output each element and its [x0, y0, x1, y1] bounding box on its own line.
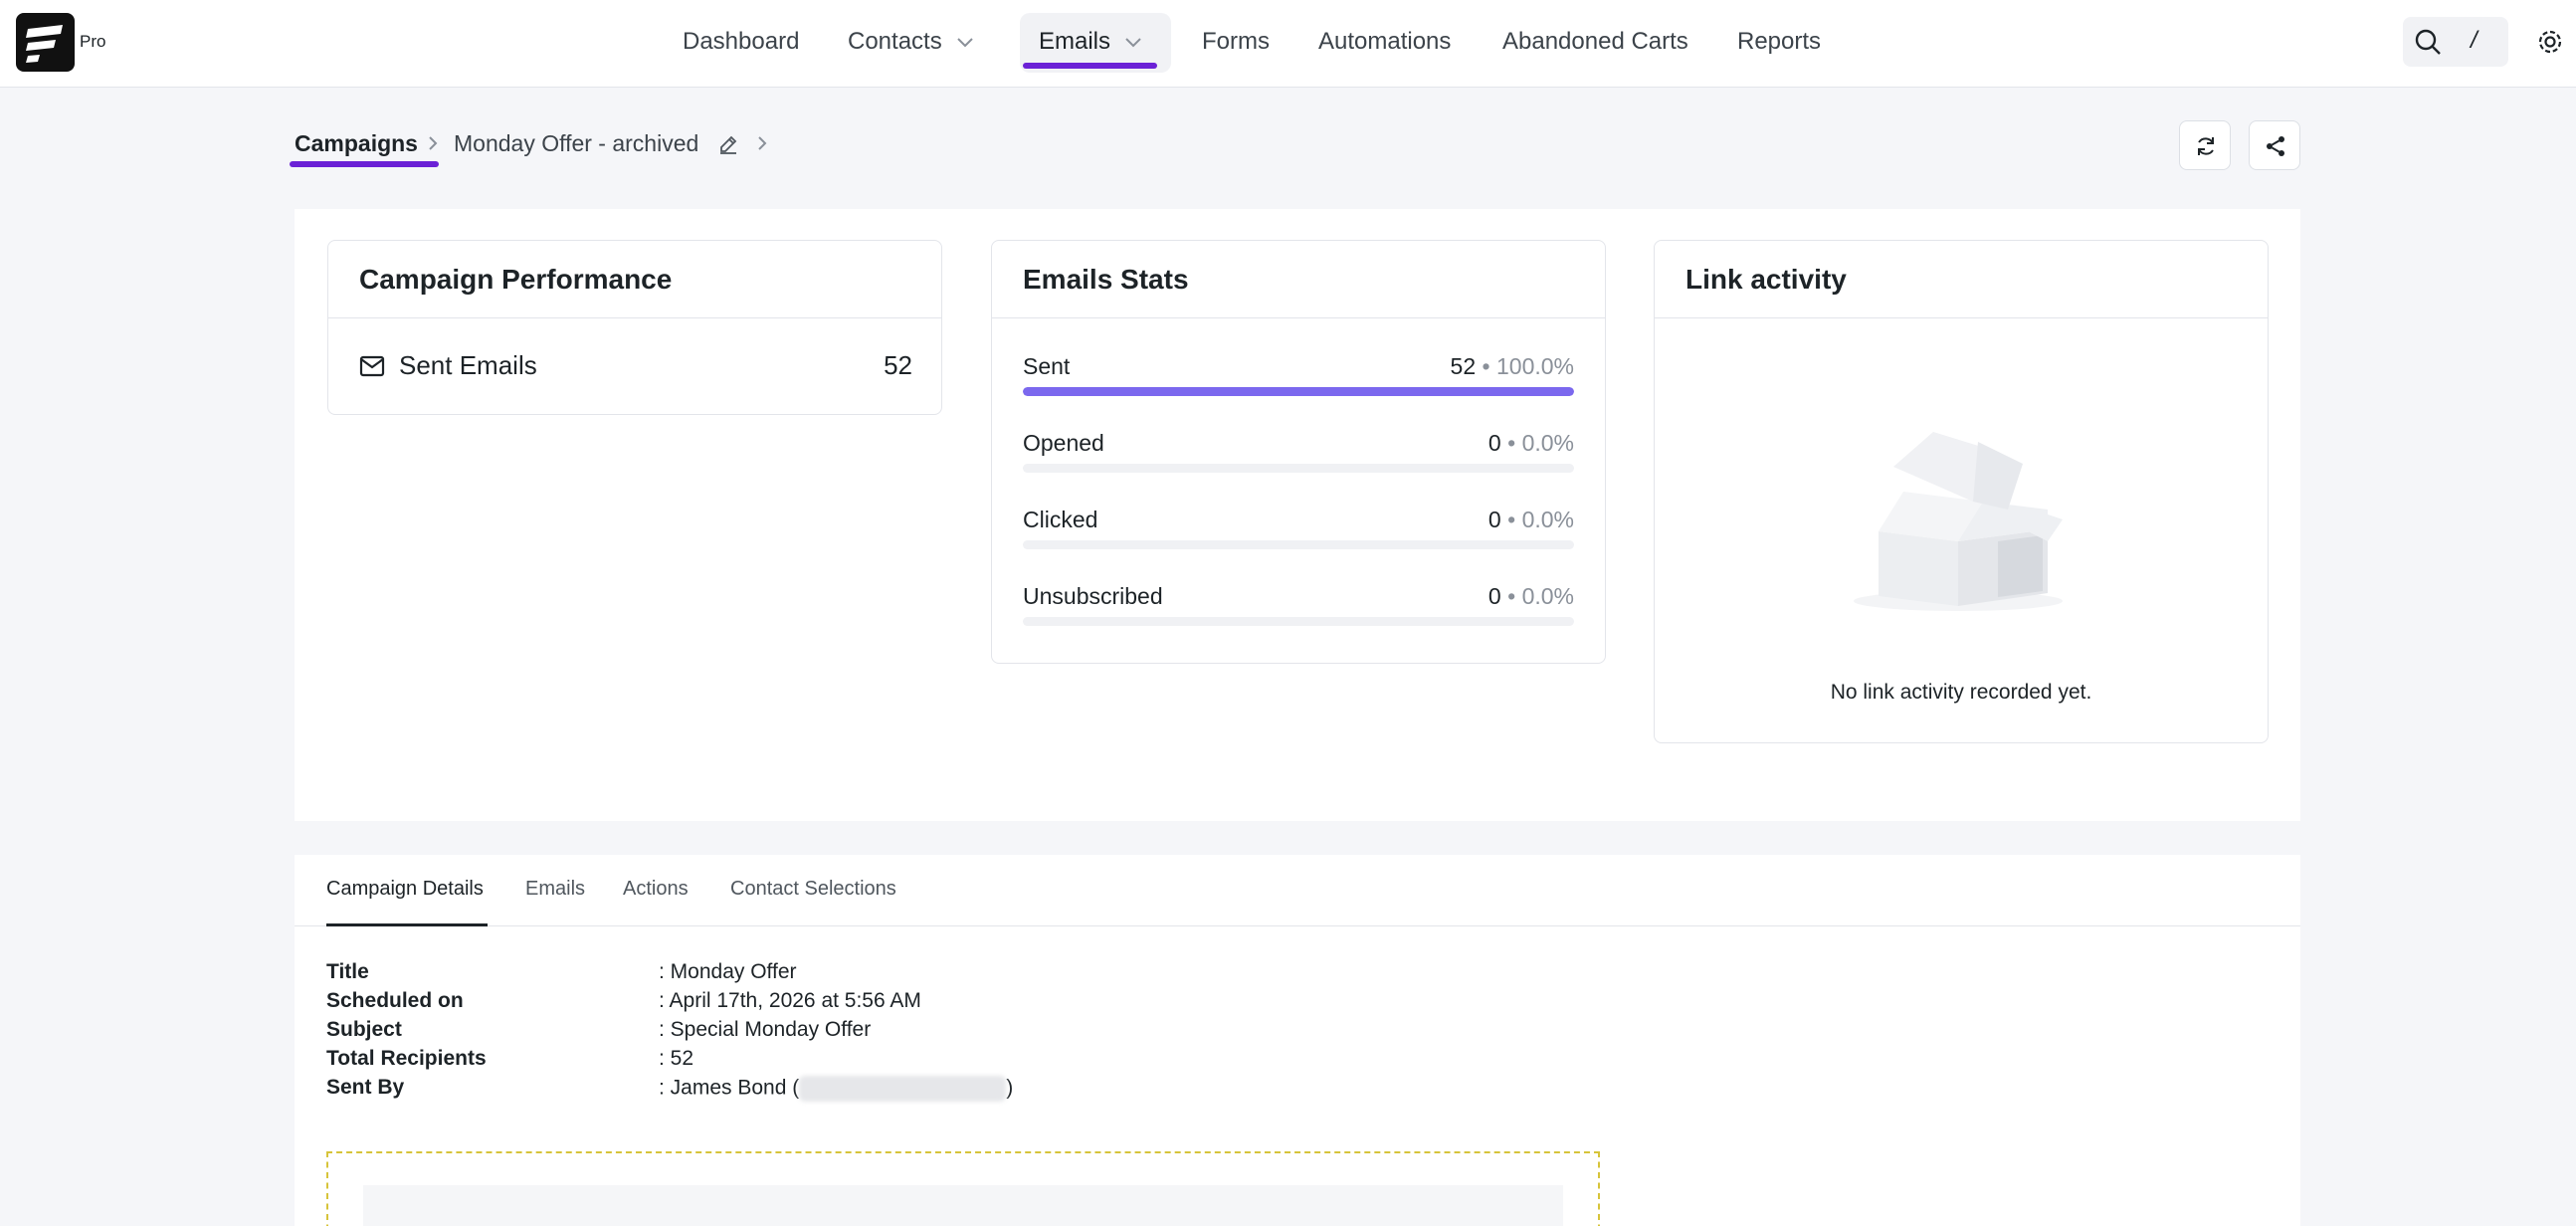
stat-value: 0 • 0.0% — [1488, 507, 1574, 533]
breadcrumb-current: Monday Offer - archived — [454, 130, 699, 156]
detail-key: Title — [326, 960, 369, 983]
tab-contact-selections[interactable]: Contact Selections — [730, 878, 896, 901]
pro-badge: Pro — [80, 32, 106, 51]
detail-value: : Monday Offer — [659, 960, 797, 983]
stat-count: 0 — [1487, 583, 1501, 609]
stat-percent: 0.0% — [1521, 507, 1574, 532]
sent-emails-label: Sent Emails — [399, 350, 537, 380]
stat-percent: 0.0% — [1521, 430, 1574, 456]
stats-area: Campaign Performance Sent Emails 52 Emai… — [295, 209, 2300, 821]
campaign-performance-card: Campaign Performance Sent Emails 52 — [327, 240, 942, 415]
refresh-icon — [2198, 137, 2214, 155]
breadcrumb-active-indicator — [290, 161, 439, 167]
stat-count: 0 — [1487, 507, 1501, 532]
chevron-down-icon — [1125, 37, 1141, 48]
nav-emails[interactable]: Emails — [1039, 28, 1142, 56]
gear-icon[interactable] — [2535, 27, 2565, 57]
email-stats-card: Emails Stats Sent 52 • 100.0% Opened 0 • 0.… — [991, 240, 1606, 664]
stat-name: Clicked — [1023, 507, 1098, 532]
detail-value: : Special Monday Offer — [659, 1018, 872, 1041]
stat-value: 0 • 0.0% — [1488, 583, 1574, 610]
stat-count: 0 — [1487, 430, 1501, 456]
nav-abandoned-carts[interactable]: Abandoned Carts — [1502, 28, 1688, 56]
breadcrumb-campaigns[interactable]: Campaigns — [295, 130, 418, 157]
stat-name: Sent — [1023, 353, 1071, 379]
detail-value: : 52 — [659, 1047, 694, 1070]
link-activity-title: Link activity — [1655, 241, 2268, 318]
chevron-right-icon — [429, 136, 438, 150]
detail-key: Scheduled on — [326, 989, 464, 1012]
sent-emails-value: 52 — [884, 350, 912, 380]
sent-emails-row: Sent Emails 52 — [359, 350, 912, 381]
nav-contacts[interactable]: Contacts — [848, 28, 974, 56]
nav-forms[interactable]: Forms — [1202, 28, 1270, 56]
tab-emails[interactable]: Emails — [525, 878, 585, 901]
details-tabs: Campaign Details Emails Actions Contact … — [295, 855, 2300, 926]
tab-campaign-details[interactable]: Campaign Details — [326, 878, 484, 901]
search-icon — [2415, 29, 2441, 55]
nav-dashboard[interactable]: Dashboard — [683, 28, 799, 56]
share-icon — [2267, 136, 2284, 156]
mail-icon — [359, 355, 385, 376]
stat-count: 52 — [1450, 353, 1477, 379]
logo-icon — [26, 25, 63, 63]
detail-value: : April 17th, 2026 at 5:56 AM — [659, 989, 921, 1012]
nav-automations[interactable]: Automations — [1318, 28, 1451, 56]
stat-separator: • — [1507, 583, 1516, 609]
stat-separator: • — [1507, 430, 1516, 456]
stat-value: 52 • 100.0% — [1451, 353, 1574, 380]
share-button[interactable] — [2249, 120, 2300, 170]
chevron-right-icon — [758, 136, 767, 150]
detail-key: Subject — [326, 1018, 402, 1041]
email-preview-content — [363, 1185, 1563, 1226]
app-logo[interactable] — [16, 13, 75, 72]
no-link-activity-message: No link activity recorded yet. — [1830, 681, 2092, 704]
sender-name: : James Bond ( — [659, 1076, 800, 1100]
search-button[interactable]: / — [2403, 17, 2508, 67]
detail-value: : James Bond () — [659, 1076, 1013, 1102]
stat-name: Unsubscribed — [1023, 583, 1163, 609]
stat-progress-fill — [1023, 387, 1574, 396]
search-shortcut: / — [2471, 27, 2477, 54]
campaign-details-section: Campaign Details Emails Actions Contact … — [295, 855, 2300, 1226]
tab-active-indicator — [326, 923, 488, 926]
detail-key: Total Recipients — [326, 1047, 487, 1070]
nav-emails-label: Emails — [1039, 28, 1111, 55]
refresh-button[interactable] — [2179, 120, 2231, 170]
stat-progress-bar — [1023, 387, 1574, 396]
email-stats-title: Emails Stats — [992, 241, 1605, 318]
stat-percent: 100.0% — [1495, 353, 1574, 379]
nav-reports[interactable]: Reports — [1737, 28, 1821, 56]
sender-close: ) — [1006, 1076, 1014, 1100]
stat-percent: 0.0% — [1521, 583, 1574, 609]
tab-actions[interactable]: Actions — [623, 878, 689, 901]
nav-contacts-label: Contacts — [848, 28, 942, 55]
link-activity-card: Link activity No link activity recorded … — [1654, 240, 2269, 743]
stat-progress-bar — [1023, 464, 1574, 473]
stat-separator: • — [1482, 353, 1490, 379]
email-preview-frame — [326, 1151, 1600, 1226]
campaign-performance-title: Campaign Performance — [328, 241, 941, 318]
empty-box-illustration — [1854, 432, 2063, 611]
redacted-email — [799, 1076, 1007, 1102]
chevron-down-icon — [957, 37, 973, 48]
edit-icon[interactable] — [717, 133, 739, 155]
stat-name: Opened — [1023, 430, 1104, 456]
stat-progress-bar — [1023, 540, 1574, 549]
stat-value: 0 • 0.0% — [1488, 430, 1574, 457]
detail-key: Sent By — [326, 1076, 405, 1099]
nav-active-indicator — [1023, 63, 1157, 69]
stat-separator: • — [1507, 507, 1516, 532]
top-navigation: Pro Dashboard Contacts Emails Forms Auto… — [0, 0, 2576, 88]
stat-progress-bar — [1023, 617, 1574, 626]
